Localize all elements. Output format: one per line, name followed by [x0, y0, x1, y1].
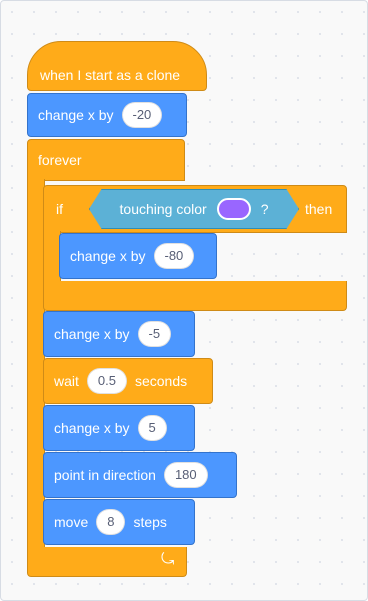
- move-input[interactable]: 8: [96, 509, 126, 535]
- point-in-direction-block[interactable]: point in direction 180: [43, 452, 237, 498]
- wait-input[interactable]: 0.5: [86, 368, 127, 394]
- change-x-label-1: change x by: [38, 107, 114, 123]
- color-swatch[interactable]: [216, 198, 251, 220]
- forever-block[interactable]: forever: [27, 139, 185, 181]
- change-x-label-2: change x by: [54, 326, 130, 342]
- change-x-block-inner[interactable]: change x by -80: [59, 233, 217, 279]
- change-x-input-1[interactable]: -20: [121, 102, 163, 128]
- wait-block[interactable]: wait 0.5 seconds: [43, 358, 213, 404]
- change-x-input-3[interactable]: 5: [137, 415, 167, 441]
- touching-color-suffix: ?: [260, 201, 269, 217]
- change-x-block-2[interactable]: change x by -5: [43, 311, 195, 357]
- point-label: point in direction: [54, 467, 156, 483]
- code-area[interactable]: when I start as a clone change x by -20 …: [0, 0, 368, 601]
- if-bottom: [43, 281, 347, 311]
- change-x-input-inner[interactable]: -80: [153, 243, 195, 269]
- wait-suffix: seconds: [134, 373, 188, 389]
- change-x-block-1[interactable]: change x by -20: [27, 93, 187, 137]
- when-i-start-as-clone-block[interactable]: when I start as a clone: [27, 41, 207, 91]
- change-x-block-3[interactable]: change x by 5: [43, 405, 195, 451]
- change-x-label-inner: change x by: [70, 248, 146, 264]
- touching-color-block[interactable]: touching color ?: [89, 189, 299, 229]
- change-x-label-3: change x by: [54, 420, 130, 436]
- move-suffix: steps: [133, 514, 167, 530]
- change-x-input-2[interactable]: -5: [137, 321, 172, 347]
- move-steps-block[interactable]: move 8 steps: [43, 499, 195, 545]
- if-label: if: [56, 201, 63, 217]
- forever-label: forever: [38, 152, 82, 168]
- touching-color-label: touching color: [119, 201, 207, 217]
- wait-label: wait: [54, 373, 79, 389]
- move-label: move: [54, 514, 89, 530]
- hat-label: when I start as a clone: [40, 67, 181, 83]
- point-input[interactable]: 180: [163, 462, 208, 488]
- then-label: then: [305, 201, 333, 217]
- loop-arrow-icon: ⤿: [161, 551, 175, 568]
